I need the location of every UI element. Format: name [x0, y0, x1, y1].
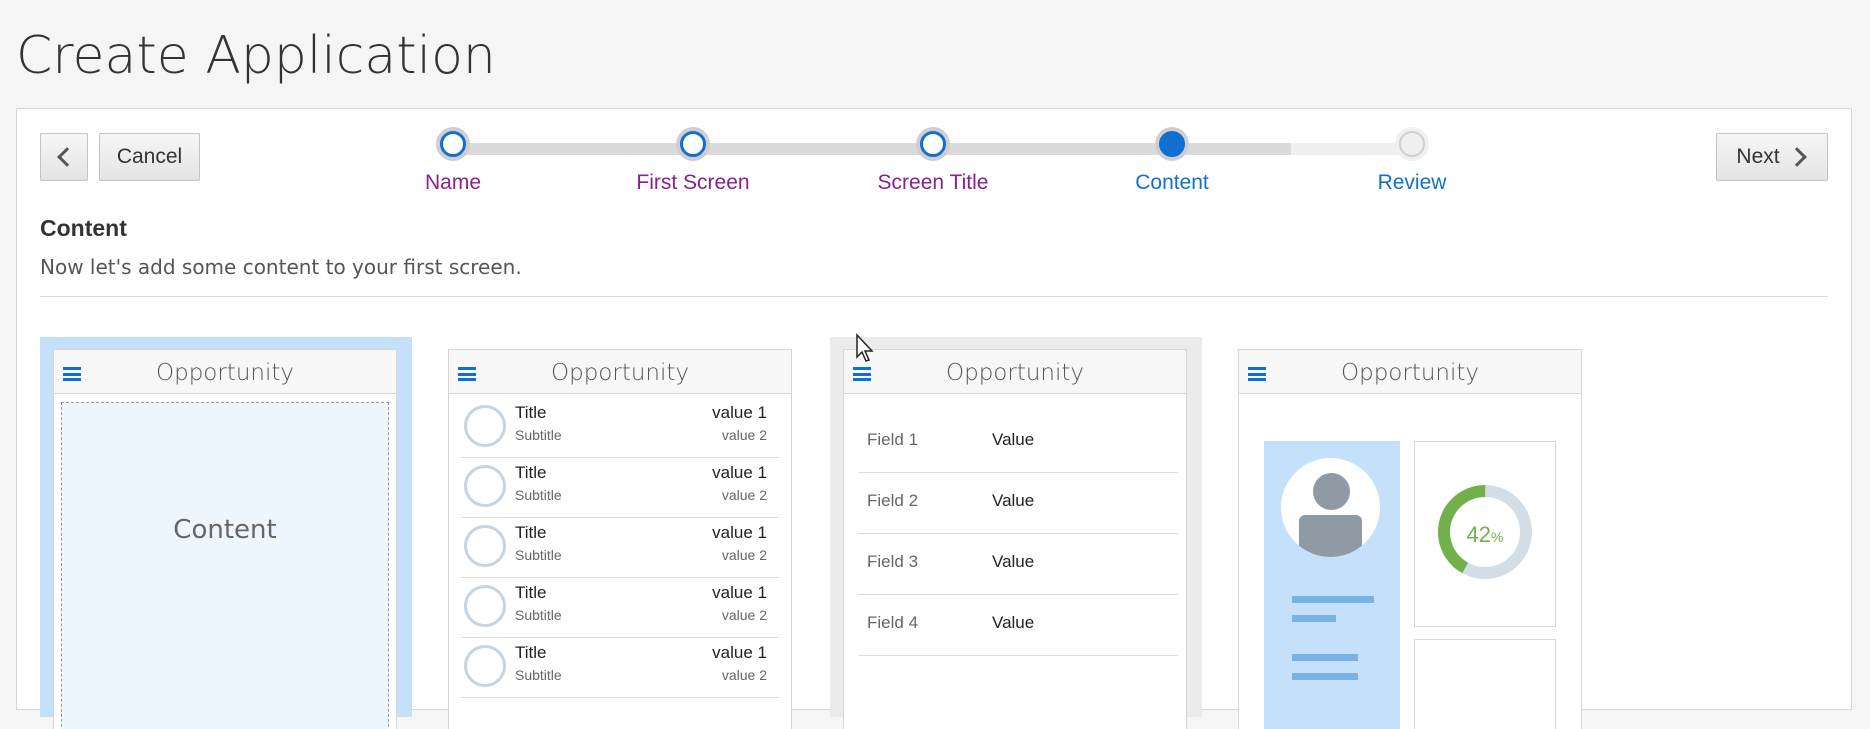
- list-item-title: Title: [515, 463, 547, 482]
- field-value: Value: [992, 430, 1035, 449]
- field-label: Field 3: [867, 552, 919, 571]
- field-value: Value: [992, 552, 1035, 571]
- list-item-value-2: value 2: [721, 547, 767, 563]
- list-item: Title Subtitle value 1 value 2: [461, 638, 779, 698]
- donut-value-label: 42%: [1415, 522, 1555, 548]
- list-item-subtitle: Subtitle: [515, 487, 562, 503]
- form-row: Field 4 Value: [858, 595, 1178, 656]
- list-item-subtitle: Subtitle: [515, 427, 562, 443]
- content-placeholder: Content: [61, 402, 389, 729]
- form-row: Field 1 Value: [858, 412, 1178, 473]
- train-label-screen-title[interactable]: Screen Title: [843, 171, 1023, 195]
- field-label: Field 1: [867, 430, 919, 449]
- list-item-title: Title: [515, 643, 547, 662]
- section-description: Now let's add some content to your first…: [40, 255, 522, 279]
- donut-unit: %: [1491, 529, 1504, 545]
- phone-preview: Opportunity 42%: [1238, 349, 1582, 729]
- chevron-right-icon: [1786, 147, 1807, 167]
- list-item-title: Title: [515, 403, 547, 422]
- train-stop-name[interactable]: [440, 131, 466, 157]
- avatar-circle-icon: [464, 525, 506, 567]
- train-stop-first-screen[interactable]: [680, 131, 706, 157]
- phone-title: Opportunity: [550, 360, 690, 386]
- next-button-label: Next: [1736, 145, 1780, 168]
- template-card-dashboard[interactable]: Opportunity 42%: [1225, 337, 1597, 729]
- list-item-value-1: value 1: [712, 403, 767, 422]
- text-line-placeholder: [1292, 673, 1358, 680]
- list-item-value-2: value 2: [721, 487, 767, 503]
- phone-header: Opportunity: [1239, 350, 1581, 394]
- list-item-value-1: value 1: [712, 583, 767, 602]
- section-title: Content: [40, 215, 127, 241]
- phone-title: Opportunity: [1340, 360, 1480, 386]
- list-item: Title Subtitle value 1 value 2: [461, 458, 779, 518]
- list-item-value-1: value 1: [712, 643, 767, 662]
- list-item: Title Subtitle value 1 value 2: [461, 578, 779, 638]
- form-row: Field 2 Value: [858, 473, 1178, 534]
- phone-header: Opportunity: [54, 350, 396, 394]
- train-stop-content[interactable]: [1159, 131, 1185, 157]
- avatar-circle-icon: [464, 645, 506, 687]
- list-item-value-2: value 2: [721, 667, 767, 683]
- avatar-circle-icon: [464, 465, 506, 507]
- train-stop-review[interactable]: [1399, 131, 1425, 157]
- divider: [40, 296, 1828, 297]
- train-label-content[interactable]: Content: [1082, 171, 1262, 195]
- avatar-circle-icon: [464, 585, 506, 627]
- chevron-left-icon: [57, 147, 77, 167]
- text-line-placeholder: [1292, 596, 1374, 603]
- list-item: Title Subtitle value 1 value 2: [461, 518, 779, 578]
- next-button[interactable]: Next: [1716, 133, 1828, 181]
- cancel-button[interactable]: Cancel: [99, 133, 200, 181]
- field-label: Field 4: [867, 613, 919, 632]
- field-label: Field 2: [867, 491, 919, 510]
- list-item-title: Title: [515, 523, 547, 542]
- list-item: Title Subtitle value 1 value 2: [461, 398, 779, 458]
- donut-value: 42: [1466, 522, 1492, 547]
- list-item-subtitle: Subtitle: [515, 547, 562, 563]
- list-item-subtitle: Subtitle: [515, 607, 562, 623]
- phone-preview: Opportunity Title Subtitle value 1 value…: [448, 349, 792, 729]
- page-title: Create Application: [16, 26, 496, 86]
- form-row: Field 3 Value: [858, 534, 1178, 595]
- phone-header: Opportunity: [844, 350, 1186, 394]
- list-item-subtitle: Subtitle: [515, 667, 562, 683]
- text-line-placeholder: [1292, 615, 1336, 622]
- phone-header: Opportunity: [449, 350, 791, 394]
- train-stop-screen-title[interactable]: [920, 131, 946, 157]
- profile-panel: [1264, 441, 1400, 729]
- list-item-title: Title: [515, 583, 547, 602]
- avatar-circle-icon: [464, 405, 506, 447]
- field-value: Value: [992, 491, 1035, 510]
- template-card-list[interactable]: Opportunity Title Subtitle value 1 value…: [435, 337, 807, 729]
- donut-chart-tile: 42%: [1414, 441, 1556, 627]
- wizard-panel: Cancel Next Name First Screen Screen Tit…: [16, 108, 1852, 729]
- empty-tile: [1414, 639, 1556, 729]
- train-label-review[interactable]: Review: [1322, 171, 1502, 195]
- list-item-value-2: value 2: [721, 607, 767, 623]
- phone-preview: Opportunity Field 1 Value Field 2 Value …: [843, 349, 1187, 729]
- list-item-value-1: value 1: [712, 523, 767, 542]
- template-card-form[interactable]: Opportunity Field 1 Value Field 2 Value …: [830, 337, 1202, 729]
- list-item-value-2: value 2: [721, 427, 767, 443]
- content-placeholder-label: Content: [173, 515, 277, 545]
- text-line-placeholder: [1292, 654, 1358, 661]
- phone-title: Opportunity: [155, 360, 295, 386]
- person-avatar-icon: [1281, 458, 1380, 557]
- phone-title: Opportunity: [945, 360, 1085, 386]
- field-value: Value: [992, 613, 1035, 632]
- back-button[interactable]: [40, 133, 88, 181]
- list-item-value-1: value 1: [712, 463, 767, 482]
- train-label-name[interactable]: Name: [363, 171, 543, 195]
- phone-preview: Opportunity Content: [53, 349, 397, 729]
- train-label-first-screen[interactable]: First Screen: [603, 171, 783, 195]
- template-card-blank[interactable]: Opportunity Content: [40, 337, 412, 729]
